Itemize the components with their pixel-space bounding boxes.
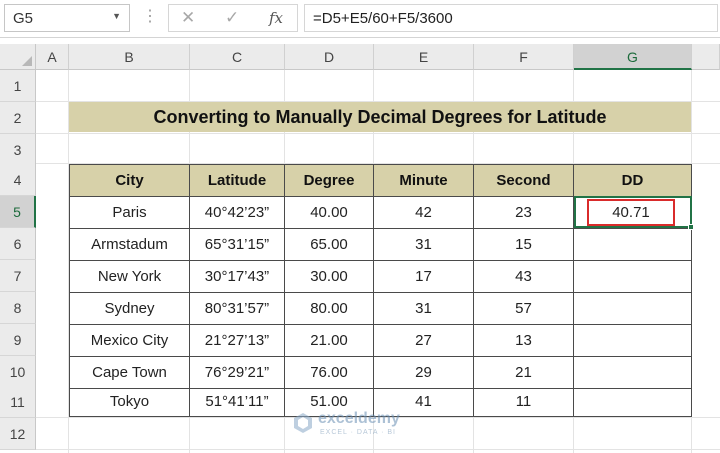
exceldemy-logo-icon xyxy=(294,413,312,433)
cell-city[interactable]: New York xyxy=(70,261,190,293)
cell-minute[interactable]: 42 xyxy=(374,197,474,229)
cell-latitude[interactable]: 65°31’15” xyxy=(190,229,285,261)
cell-minute[interactable]: 29 xyxy=(374,357,474,389)
cell-degree[interactable]: 30.00 xyxy=(285,261,374,293)
header-latitude[interactable]: Latitude xyxy=(190,165,285,197)
header-second[interactable]: Second xyxy=(474,165,574,197)
select-all-icon xyxy=(22,56,32,66)
cell-minute[interactable]: 31 xyxy=(374,293,474,325)
row-header-12[interactable]: 12 xyxy=(0,418,36,450)
cell-city[interactable]: Tokyo xyxy=(70,386,190,417)
cell-second[interactable]: 43 xyxy=(474,261,574,293)
cell-city[interactable]: Cape Town xyxy=(70,357,190,389)
gridline xyxy=(36,133,720,134)
cell-second[interactable]: 23 xyxy=(474,197,574,229)
column-header-d[interactable]: D xyxy=(285,44,374,70)
cell-city[interactable]: Sydney xyxy=(70,293,190,325)
row-header-4[interactable]: 4 xyxy=(0,164,36,196)
row-header-2[interactable]: 2 xyxy=(0,102,36,134)
column-header-g[interactable]: G xyxy=(574,44,692,70)
column-header-e[interactable]: E xyxy=(374,44,474,70)
cell-degree[interactable]: 76.00 xyxy=(285,357,374,389)
cell-degree[interactable]: 65.00 xyxy=(285,229,374,261)
column-header-c[interactable]: C xyxy=(190,44,285,70)
sheet-title[interactable]: Converting to Manually Decimal Degrees f… xyxy=(69,102,691,132)
header-degree[interactable]: Degree xyxy=(285,165,374,197)
cell-city[interactable]: Mexico City xyxy=(70,325,190,357)
cell-dd[interactable] xyxy=(574,357,692,389)
cell-minute[interactable]: 27 xyxy=(374,325,474,357)
cell-second[interactable]: 21 xyxy=(474,357,574,389)
cell-city[interactable]: Armstadum xyxy=(70,229,190,261)
cell-latitude[interactable]: 76°29’21” xyxy=(190,357,285,389)
row-header-3[interactable]: 3 xyxy=(0,134,36,166)
formula-buttons: ✕ ✓ fx xyxy=(168,4,298,32)
name-box-value: G5 xyxy=(13,10,34,27)
formula-text: =D5+E5/60+F5/3600 xyxy=(313,10,453,27)
enter-icon[interactable]: ✓ xyxy=(225,8,239,28)
cell-dd[interactable] xyxy=(574,293,692,325)
more-options-icon[interactable]: ⋮ xyxy=(142,6,158,26)
cell-latitude[interactable]: 40°42’23” xyxy=(190,197,285,229)
header-dd[interactable]: DD xyxy=(574,165,692,197)
watermark-name: exceldemy xyxy=(318,410,400,427)
cell-latitude[interactable]: 21°27’13” xyxy=(190,325,285,357)
row-header-1[interactable]: 1 xyxy=(0,70,36,102)
cell-degree[interactable]: 80.00 xyxy=(285,293,374,325)
select-all-corner[interactable] xyxy=(0,44,36,70)
cell-minute[interactable]: 17 xyxy=(374,261,474,293)
watermark: exceldemy EXCEL · DATA · BI xyxy=(292,410,432,442)
fill-handle[interactable] xyxy=(688,224,694,230)
column-header-b[interactable]: B xyxy=(69,44,190,70)
cell-dd[interactable] xyxy=(574,229,692,261)
header-minute[interactable]: Minute xyxy=(374,165,474,197)
cancel-icon[interactable]: ✕ xyxy=(181,8,195,28)
cell-second[interactable]: 57 xyxy=(474,293,574,325)
cell-second[interactable]: 11 xyxy=(474,386,574,417)
formula-bar: G5 ▼ ⋮ ✕ ✓ fx =D5+E5/60+F5/3600 xyxy=(0,0,720,38)
cell-latitude[interactable]: 30°17’43” xyxy=(190,261,285,293)
formula-input[interactable]: =D5+E5/60+F5/3600 xyxy=(304,4,718,32)
cell-latitude[interactable]: 51°41’11” xyxy=(190,386,285,417)
column-header-h[interactable] xyxy=(692,44,720,70)
row-header-7[interactable]: 7 xyxy=(0,260,36,292)
cell-dd[interactable] xyxy=(574,386,692,417)
gridline xyxy=(36,449,720,450)
cell-minute[interactable]: 31 xyxy=(374,229,474,261)
cell-second[interactable]: 13 xyxy=(474,325,574,357)
cell-degree[interactable]: 40.00 xyxy=(285,197,374,229)
header-city[interactable]: City xyxy=(70,165,190,197)
cell-city[interactable]: Paris xyxy=(70,197,190,229)
row-header-11[interactable]: 11 xyxy=(0,386,36,418)
active-cell-selection[interactable] xyxy=(574,196,692,228)
cell-latitude[interactable]: 80°31’57” xyxy=(190,293,285,325)
watermark-tagline: EXCEL · DATA · BI xyxy=(320,429,396,436)
row-header-5[interactable]: 5 xyxy=(0,196,36,228)
cell-dd[interactable] xyxy=(574,261,692,293)
cell-second[interactable]: 15 xyxy=(474,229,574,261)
column-header-f[interactable]: F xyxy=(474,44,574,70)
name-box[interactable]: G5 ▼ xyxy=(4,4,130,32)
row-header-9[interactable]: 9 xyxy=(0,324,36,356)
row-header-6[interactable]: 6 xyxy=(0,228,36,260)
insert-function-icon[interactable]: fx xyxy=(269,9,283,27)
column-header-a[interactable]: A xyxy=(36,44,69,70)
row-header-10[interactable]: 10 xyxy=(0,356,36,388)
cell-degree[interactable]: 21.00 xyxy=(285,325,374,357)
cell-dd[interactable] xyxy=(574,325,692,357)
chevron-down-icon[interactable]: ▼ xyxy=(112,11,121,21)
row-header-8[interactable]: 8 xyxy=(0,292,36,324)
